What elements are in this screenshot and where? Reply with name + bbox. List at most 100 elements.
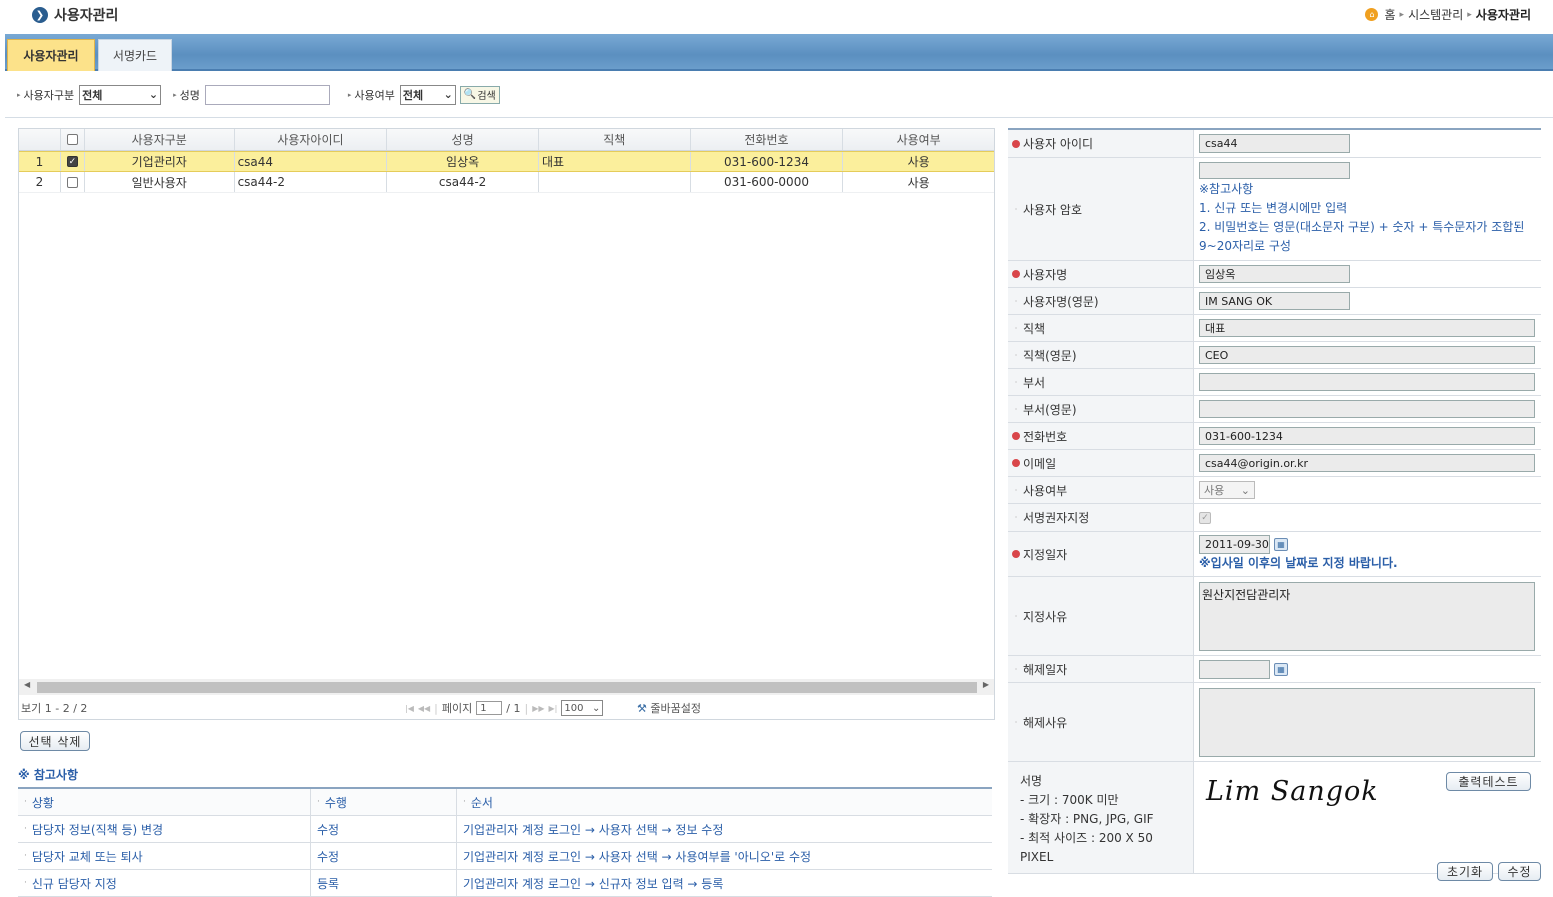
position-field[interactable]: 대표	[1199, 319, 1535, 337]
column-header[interactable]: 성명	[387, 129, 539, 150]
form-row-signature: 서명 - 크기 : 700K 미만 - 확장자 : PNG, JPG, GIF …	[1008, 762, 1541, 874]
first-page-icon[interactable]: |◀	[405, 704, 414, 713]
notes-order: 기업관리자 계정 로그인 → 신규자 정보 입력 → 등록	[463, 876, 724, 891]
assign-date-field[interactable]: 2011-09-30	[1199, 535, 1270, 554]
signature-image: Lim Sangok	[1206, 776, 1379, 807]
scroll-right-icon[interactable]: ▶	[983, 680, 989, 689]
release-reason-textarea[interactable]	[1199, 687, 1535, 757]
cell-position: 대표	[539, 152, 691, 171]
chevron-down-icon: ⌄	[148, 88, 159, 101]
sign-auth-checkbox[interactable]: ✓	[1199, 511, 1211, 524]
search-icon: 🔍	[463, 89, 477, 100]
notes-title: ※ 참고사항	[18, 768, 79, 782]
form-row-phone: 전화번호 031-600-1234	[1008, 423, 1541, 450]
sign-auth-label: · 서명권자지정	[1008, 504, 1194, 531]
table-row[interactable]: 1 ✓ 기업관리자 csa44 임상옥 대표 031-600-1234 사용	[19, 151, 994, 172]
page-size-select[interactable]: 100 ⌄	[561, 700, 604, 716]
chevron-down-icon: ⌄	[443, 88, 453, 101]
search-button-label: 검색	[477, 91, 496, 102]
cell-phone: 031-600-1234	[691, 152, 844, 171]
scrollbar-thumb[interactable]	[37, 682, 977, 693]
column-header[interactable]: 사용여부	[843, 129, 994, 150]
password-field[interactable]	[1199, 162, 1350, 179]
notes-row: · 신규 담당자 지정 등록 기업관리자 계정 로그인 → 신규자 정보 입력 →…	[18, 870, 992, 897]
page-input[interactable]: 1	[476, 701, 503, 715]
release-reason-label: · 해제사유	[1008, 683, 1194, 761]
page-title: ❯ 사용자관리	[32, 5, 118, 25]
form-row-assign-date: 지정일자 2011-09-30 ▦ ※입사일 이후의 날짜로 지정 바랍니다.	[1008, 532, 1541, 577]
user-type-select[interactable]: 전체 ⌄	[79, 84, 162, 105]
dept-label-text: 부서	[1023, 375, 1046, 390]
phone-label-text: 전화번호	[1023, 429, 1068, 444]
search-button[interactable]: 🔍 검색	[459, 85, 500, 104]
notes-header-situation: · 상황	[18, 789, 311, 815]
dept-label: · 부서	[1008, 369, 1194, 395]
use-status-select[interactable]: 전체 ⌄	[399, 84, 456, 105]
notes-action: 수정	[311, 816, 457, 842]
user-id-field[interactable]: csa44	[1199, 134, 1350, 153]
breadcrumb-system[interactable]: 시스템관리	[1408, 6, 1463, 23]
notes-situation: · 담당자 교체 또는 퇴사	[18, 843, 311, 869]
notes-action: 등록	[311, 870, 457, 896]
cell-user-type: 일반사용자	[85, 172, 235, 192]
select-all-checkbox[interactable]	[66, 134, 78, 145]
row-checkbox[interactable]: ✓	[66, 156, 78, 167]
use-select[interactable]: 사용 ⌄	[1199, 481, 1255, 499]
name-search-input[interactable]	[204, 84, 330, 105]
tab-signature-card[interactable]: 서명카드	[98, 39, 172, 71]
bullet-icon: ·	[1014, 485, 1018, 495]
print-test-button[interactable]: 출력테스트	[1446, 772, 1531, 791]
password-label: · 사용자 암호	[1008, 158, 1194, 260]
assign-reason-textarea[interactable]: 원산지전담관리자	[1199, 581, 1535, 651]
name-en-label: · 사용자명(영문)	[1008, 288, 1194, 314]
row-checkbox[interactable]	[66, 176, 78, 188]
release-reason-label-text: 해제사유	[1023, 715, 1068, 730]
position-en-label-text: 직책(영문)	[1023, 348, 1077, 363]
release-date-field[interactable]	[1199, 659, 1270, 679]
dept-en-field[interactable]	[1199, 400, 1535, 418]
name-field[interactable]: 임상옥	[1199, 265, 1350, 283]
column-header[interactable]: 사용자구분	[85, 129, 235, 150]
column-header[interactable]: 사용자아이디	[235, 129, 388, 150]
notes-header-order: · 순서	[457, 789, 992, 815]
calendar-icon[interactable]: ▦	[1274, 538, 1288, 551]
password-notes: ※참고사항 1. 신규 또는 변경시에만 입력 2. 비밀번호는 영문(대소문자…	[1199, 180, 1536, 256]
column-header[interactable]: 직책	[539, 129, 691, 150]
form-row-dept-en: · 부서(영문)	[1008, 396, 1541, 423]
horizontal-scrollbar[interactable]: ◀ ▶	[19, 679, 994, 695]
prev-page-icon[interactable]: ◀◀	[418, 704, 430, 713]
update-button[interactable]: 수정	[1498, 862, 1541, 881]
next-page-icon[interactable]: ▶▶	[532, 704, 544, 713]
user-grid: 사용자구분 사용자아이디 성명 직책 전화번호 사용여부 1 ✓ 기업관리자 c…	[18, 128, 995, 720]
calendar-icon[interactable]: ▦	[1274, 662, 1288, 676]
name-en-field[interactable]: IM SANG OK	[1199, 292, 1350, 310]
notes-row: · 담당자 교체 또는 퇴사 수정 기업관리자 계정 로그인 → 사용자 선택 →…	[18, 843, 992, 870]
column-header[interactable]: 전화번호	[691, 129, 844, 150]
position-en-field[interactable]: CEO	[1199, 346, 1535, 364]
delete-selected-button[interactable]: 선택 삭제	[20, 731, 90, 751]
table-row[interactable]: 2 일반사용자 csa44-2 csa44-2 031-600-0000 사용	[19, 172, 994, 193]
dept-en-label-text: 부서(영문)	[1023, 402, 1077, 417]
bullet-icon: ·	[1014, 717, 1018, 727]
page-title-text: 사용자관리	[54, 8, 119, 24]
tab-user-management[interactable]: 사용자관리	[7, 39, 95, 71]
breadcrumb-home[interactable]: 홈	[1384, 6, 1395, 23]
last-page-icon[interactable]: ▶|	[549, 704, 558, 713]
form-row-release-date: · 해제일자 ▦	[1008, 656, 1541, 683]
dept-field[interactable]	[1199, 373, 1535, 391]
password-note: 1. 신규 또는 변경시에만 입력	[1199, 201, 1348, 215]
email-label-text: 이메일	[1023, 456, 1057, 471]
wrench-icon: ⚒	[637, 702, 647, 715]
reset-button[interactable]: 초기화	[1437, 862, 1493, 881]
email-field[interactable]: csa44@origin.or.kr	[1199, 454, 1535, 472]
wrap-setting-button[interactable]: ⚒ 줄바꿈설정	[637, 700, 701, 716]
phone-field[interactable]: 031-600-1234	[1199, 427, 1535, 445]
notes-order: 기업관리자 계정 로그인 → 사용자 선택 → 정보 수정	[463, 822, 724, 837]
position-label: · 직책	[1008, 315, 1194, 341]
scroll-left-icon[interactable]: ◀	[24, 680, 30, 689]
bullet-icon: ·	[1014, 404, 1018, 414]
signature-note: - 크기 : 700K 미만	[1020, 793, 1119, 807]
page-total: / 1	[506, 701, 521, 715]
release-date-label: · 해제일자	[1008, 656, 1194, 682]
breadcrumb-current: 사용자관리	[1475, 8, 1531, 22]
